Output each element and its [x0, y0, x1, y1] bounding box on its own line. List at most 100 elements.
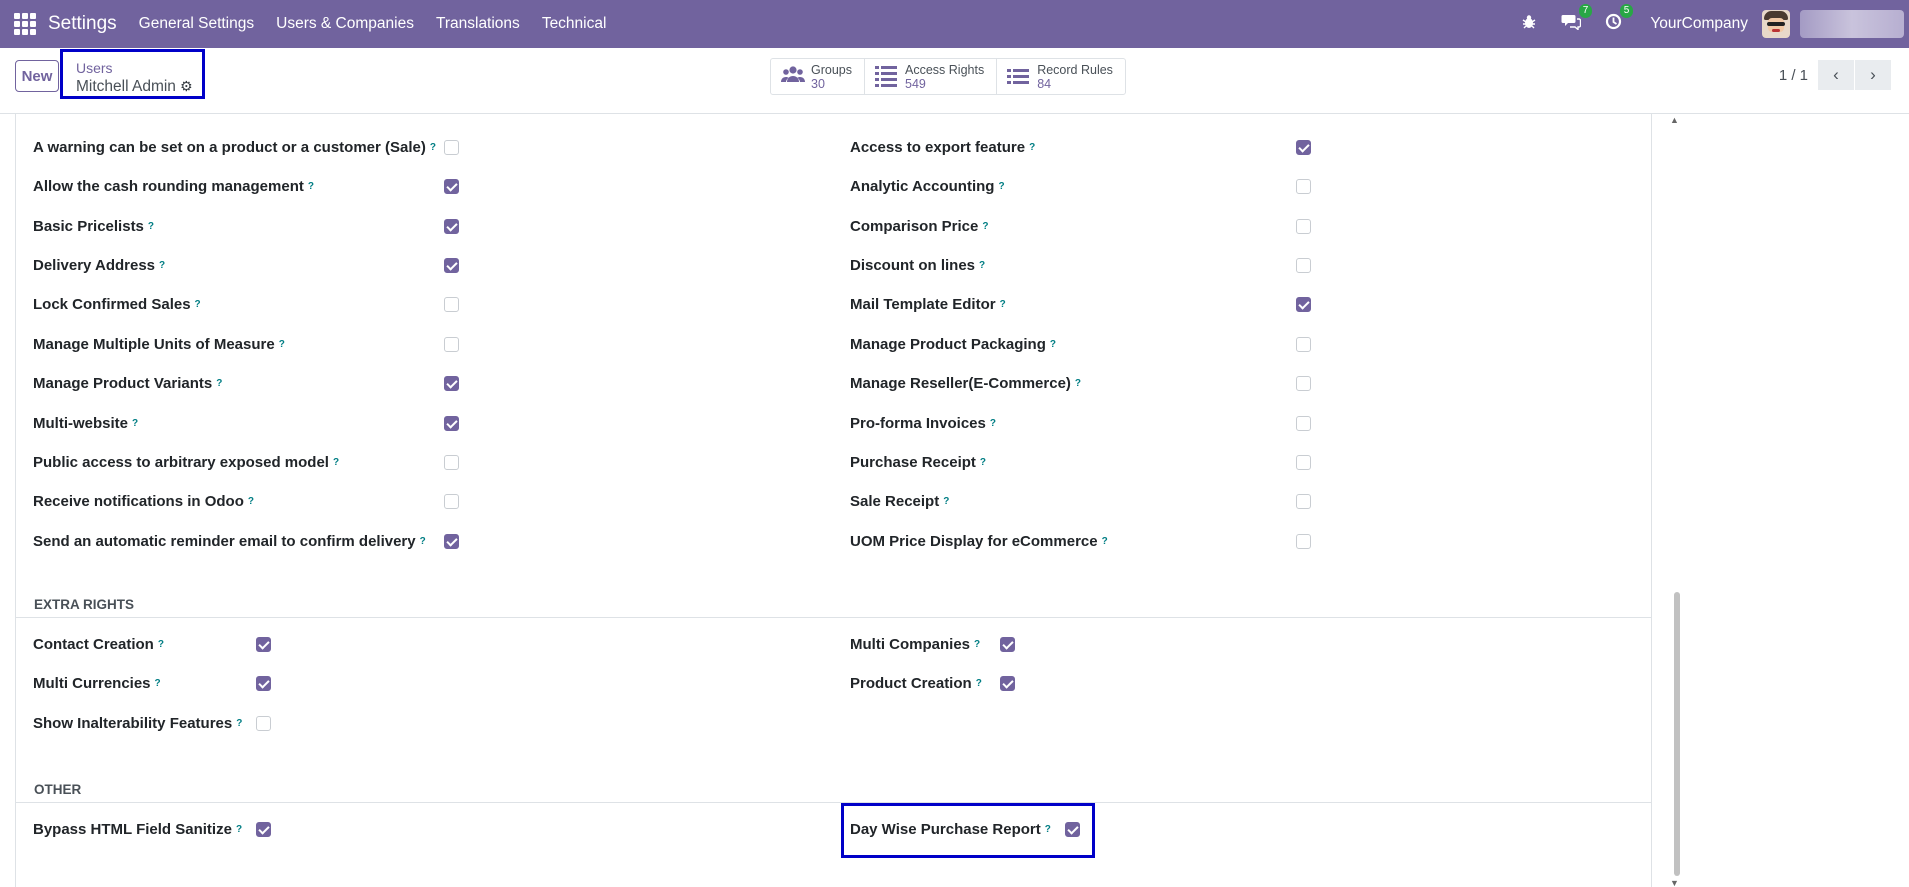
groups-smart-button[interactable]: Groups 30 [771, 59, 865, 94]
checkbox-unchecked-sale-receipt[interactable] [1296, 494, 1311, 509]
checkbox-checked-allow-the-cash-rounding-management[interactable] [444, 179, 459, 194]
help-tooltip-icon[interactable]: ? [236, 718, 242, 729]
access-rights-smart-button[interactable]: Access Rights 549 [865, 59, 998, 94]
help-tooltip-icon[interactable]: ? [236, 824, 242, 835]
bug-icon[interactable] [1521, 14, 1537, 35]
checkbox-checked-mail-template-editor[interactable] [1296, 297, 1311, 312]
checkbox-unchecked-manage-product-packaging[interactable] [1296, 337, 1311, 352]
new-button[interactable]: New [15, 60, 59, 92]
help-tooltip-icon[interactable]: ? [979, 260, 985, 271]
help-tooltip-icon[interactable]: ? [155, 678, 161, 689]
field-label[interactable]: Show Inalterability Features [33, 715, 232, 732]
scroll-down-arrow-icon[interactable]: ▼ [1670, 878, 1679, 887]
field-label[interactable]: Purchase Receipt [850, 454, 976, 471]
activity-clock-icon[interactable]: 5 [1605, 4, 1634, 35]
checkbox-checked-multi-companies[interactable] [1000, 637, 1015, 652]
checkbox-unchecked-public-access-to-arbitrary-exposed-model[interactable] [444, 455, 459, 470]
pager-value[interactable]: 1 / 1 [1779, 67, 1808, 84]
checkbox-checked-multi-currencies[interactable] [256, 676, 271, 691]
checkbox-checked-bypass-html-field-sanitize[interactable] [256, 822, 271, 837]
checkbox-unchecked-receive-notifications-in-odoo[interactable] [444, 494, 459, 509]
checkbox-unchecked-lock-confirmed-sales[interactable] [444, 297, 459, 312]
user-avatar[interactable] [1762, 10, 1790, 38]
field-label[interactable]: Delivery Address [33, 257, 155, 274]
scrollbar-thumb[interactable] [1674, 592, 1680, 876]
help-tooltip-icon[interactable]: ? [248, 496, 254, 507]
checkbox-checked-manage-product-variants[interactable] [444, 376, 459, 391]
checkbox-checked-send-an-automatic-reminder-email-to-confirm-delivery[interactable] [444, 534, 459, 549]
checkbox-unchecked-manage-reseller-e-commerce[interactable] [1296, 376, 1311, 391]
field-label[interactable]: Manage Product Packaging [850, 336, 1046, 353]
field-label[interactable]: Analytic Accounting [850, 178, 994, 195]
field-label[interactable]: Discount on lines [850, 257, 975, 274]
field-label[interactable]: Product Creation [850, 675, 972, 692]
menu-users-companies[interactable]: Users & Companies [276, 15, 414, 33]
field-label[interactable]: Mail Template Editor [850, 296, 996, 313]
checkbox-checked-delivery-address[interactable] [444, 258, 459, 273]
gear-icon[interactable]: ⚙ [180, 78, 193, 95]
help-tooltip-icon[interactable]: ? [279, 339, 285, 350]
checkbox-checked-access-to-export-feature[interactable] [1296, 140, 1311, 155]
help-tooltip-icon[interactable]: ? [990, 418, 996, 429]
field-label[interactable]: Comparison Price [850, 218, 978, 235]
help-tooltip-icon[interactable]: ? [132, 418, 138, 429]
help-tooltip-icon[interactable]: ? [333, 457, 339, 468]
help-tooltip-icon[interactable]: ? [420, 536, 426, 547]
checkbox-unchecked-analytic-accounting[interactable] [1296, 179, 1311, 194]
field-label[interactable]: Manage Reseller(E-Commerce) [850, 375, 1071, 392]
field-label[interactable]: Allow the cash rounding management [33, 178, 304, 195]
checkbox-checked-product-creation[interactable] [1000, 676, 1015, 691]
help-tooltip-icon[interactable]: ? [148, 221, 154, 232]
field-label[interactable]: Receive notifications in Odoo [33, 493, 244, 510]
field-label[interactable]: Lock Confirmed Sales [33, 296, 191, 313]
field-label[interactable]: Multi Currencies [33, 675, 151, 692]
field-label[interactable]: Sale Receipt [850, 493, 939, 510]
help-tooltip-icon[interactable]: ? [1102, 536, 1108, 547]
help-tooltip-icon[interactable]: ? [216, 378, 222, 389]
checkbox-checked-basic-pricelists[interactable] [444, 219, 459, 234]
help-tooltip-icon[interactable]: ? [998, 181, 1004, 192]
user-name-blurred[interactable] [1800, 10, 1904, 38]
checkbox-unchecked-comparison-price[interactable] [1296, 219, 1311, 234]
help-tooltip-icon[interactable]: ? [943, 496, 949, 507]
help-tooltip-icon[interactable]: ? [982, 221, 988, 232]
checkbox-unchecked-show-inalterability-features[interactable] [256, 716, 271, 731]
checkbox-checked-multi-website[interactable] [444, 416, 459, 431]
messages-icon[interactable]: 7 [1561, 4, 1593, 35]
help-tooltip-icon[interactable]: ? [1050, 339, 1056, 350]
help-tooltip-icon[interactable]: ? [430, 142, 436, 153]
help-tooltip-icon[interactable]: ? [976, 678, 982, 689]
field-label[interactable]: Manage Multiple Units of Measure [33, 336, 275, 353]
help-tooltip-icon[interactable]: ? [158, 639, 164, 650]
help-tooltip-icon[interactable]: ? [980, 457, 986, 468]
menu-translations[interactable]: Translations [436, 15, 520, 33]
field-label[interactable]: Bypass HTML Field Sanitize [33, 821, 232, 838]
scroll-up-arrow-icon[interactable]: ▲ [1670, 115, 1679, 125]
help-tooltip-icon[interactable]: ? [159, 260, 165, 271]
field-label[interactable]: UOM Price Display for eCommerce [850, 533, 1098, 550]
field-label[interactable]: Manage Product Variants [33, 375, 212, 392]
help-tooltip-icon[interactable]: ? [1029, 142, 1035, 153]
field-label[interactable]: Multi-website [33, 415, 128, 432]
pager-next-button[interactable]: › [1855, 60, 1891, 90]
breadcrumb-users-link[interactable]: Users [76, 60, 113, 76]
apps-menu-icon[interactable] [14, 13, 36, 35]
menu-technical[interactable]: Technical [542, 15, 607, 33]
checkbox-unchecked-uom-price-display-for-ecommerce[interactable] [1296, 534, 1311, 549]
company-switcher[interactable]: YourCompany [1650, 15, 1748, 33]
checkbox-unchecked-a-warning-can-be-set-on-a-product-or-a-customer-sale[interactable] [444, 140, 459, 155]
field-label[interactable]: Basic Pricelists [33, 218, 144, 235]
pager-previous-button[interactable]: ‹ [1818, 60, 1854, 90]
checkbox-unchecked-purchase-receipt[interactable] [1296, 455, 1311, 470]
help-tooltip-icon[interactable]: ? [195, 299, 201, 310]
field-label[interactable]: Send an automatic reminder email to conf… [33, 533, 416, 550]
field-label[interactable]: Contact Creation [33, 636, 154, 653]
checkbox-unchecked-manage-multiple-units-of-measure[interactable] [444, 337, 459, 352]
field-label[interactable]: A warning can be set on a product or a c… [33, 139, 426, 156]
help-tooltip-icon[interactable]: ? [1000, 299, 1006, 310]
record-rules-smart-button[interactable]: Record Rules 84 [997, 59, 1125, 94]
field-label[interactable]: Multi Companies [850, 636, 970, 653]
field-label[interactable]: Pro-forma Invoices [850, 415, 986, 432]
help-tooltip-icon[interactable]: ? [974, 639, 980, 650]
help-tooltip-icon[interactable]: ? [308, 181, 314, 192]
